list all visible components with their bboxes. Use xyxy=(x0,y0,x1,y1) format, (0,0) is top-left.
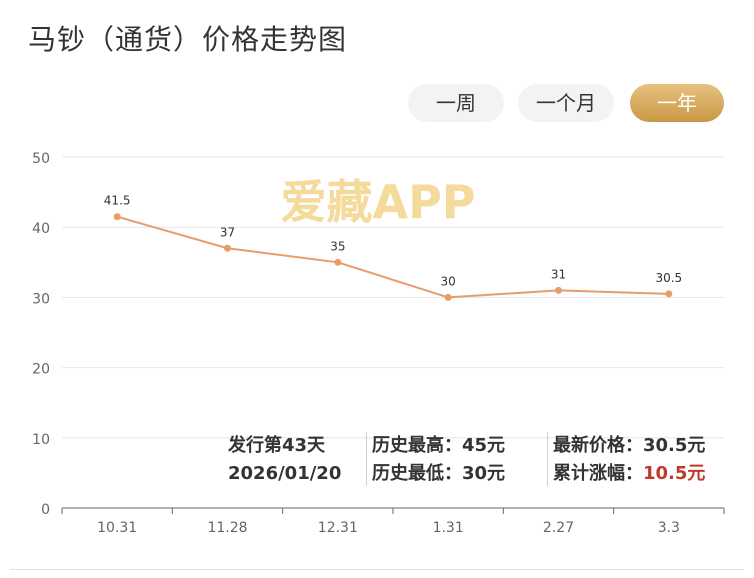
data-label: 30 xyxy=(441,274,456,288)
cum-change-value: 10.5元 xyxy=(643,463,706,484)
data-point xyxy=(113,213,121,221)
hist-low-label: 历史最低： xyxy=(372,463,462,484)
x-tick-label: 2.27 xyxy=(543,520,574,536)
data-label: 41.5 xyxy=(104,194,131,208)
x-tick-label: 1.31 xyxy=(433,520,464,536)
latest-price: 最新价格：30.5元 xyxy=(553,432,705,460)
data-label: 37 xyxy=(220,225,235,239)
x-tick-label: 10.31 xyxy=(97,520,137,536)
hist-low: 历史最低：30元 xyxy=(372,460,505,488)
hist-low-value: 30元 xyxy=(462,463,506,484)
latest-info: 最新价格：30.5元 累计涨幅：10.5元 xyxy=(553,432,705,488)
bottom-divider xyxy=(10,569,744,570)
latest-price-label: 最新价格： xyxy=(553,435,643,456)
stats-divider xyxy=(366,432,367,486)
hist-high-label: 历史最高： xyxy=(372,435,462,456)
issue-info: 发行第43天 2026/01/20 xyxy=(228,432,341,488)
x-tick-label: 11.28 xyxy=(207,520,247,536)
data-label: 30.5 xyxy=(655,271,682,285)
y-tick-label: 10 xyxy=(32,432,50,448)
cum-change-label: 累计涨幅： xyxy=(553,463,643,484)
data-point xyxy=(224,244,231,252)
issue-days: 发行第43天 xyxy=(228,435,326,456)
data-label: 31 xyxy=(551,267,566,281)
y-tick-label: 30 xyxy=(32,291,50,307)
watermark-text: 爱藏APP xyxy=(280,175,475,229)
data-point xyxy=(444,293,452,301)
x-tick-label: 12.31 xyxy=(318,520,358,536)
y-tick-label: 0 xyxy=(41,502,50,518)
y-axis-ticks: 0 10 20 30 40 50 xyxy=(32,151,50,518)
hist-high: 历史最高：45元 xyxy=(372,432,505,460)
x-axis: 10.31 11.28 12.31 1.31 2.27 3.3 xyxy=(61,507,725,536)
x-tick-label: 3.3 xyxy=(658,520,680,536)
data-point xyxy=(334,258,342,266)
hist-high-value: 45元 xyxy=(462,435,506,456)
history-info: 历史最高：45元 历史最低：30元 xyxy=(372,432,505,488)
y-tick-label: 50 xyxy=(32,151,50,167)
price-trend-chart: 0 10 20 30 40 50 爱藏APP 10.31 11.28 12.31 1.31 2.2… xyxy=(32,151,725,536)
y-tick-label: 40 xyxy=(32,221,50,237)
data-point xyxy=(555,286,562,294)
issue-date: 2026/01/20 xyxy=(228,463,342,484)
y-tick-label: 20 xyxy=(32,362,50,378)
stats-divider xyxy=(547,432,548,486)
data-label: 35 xyxy=(330,239,345,253)
latest-price-value: 30.5元 xyxy=(643,435,706,456)
cum-change: 累计涨幅：10.5元 xyxy=(553,460,705,488)
data-point xyxy=(665,290,673,298)
